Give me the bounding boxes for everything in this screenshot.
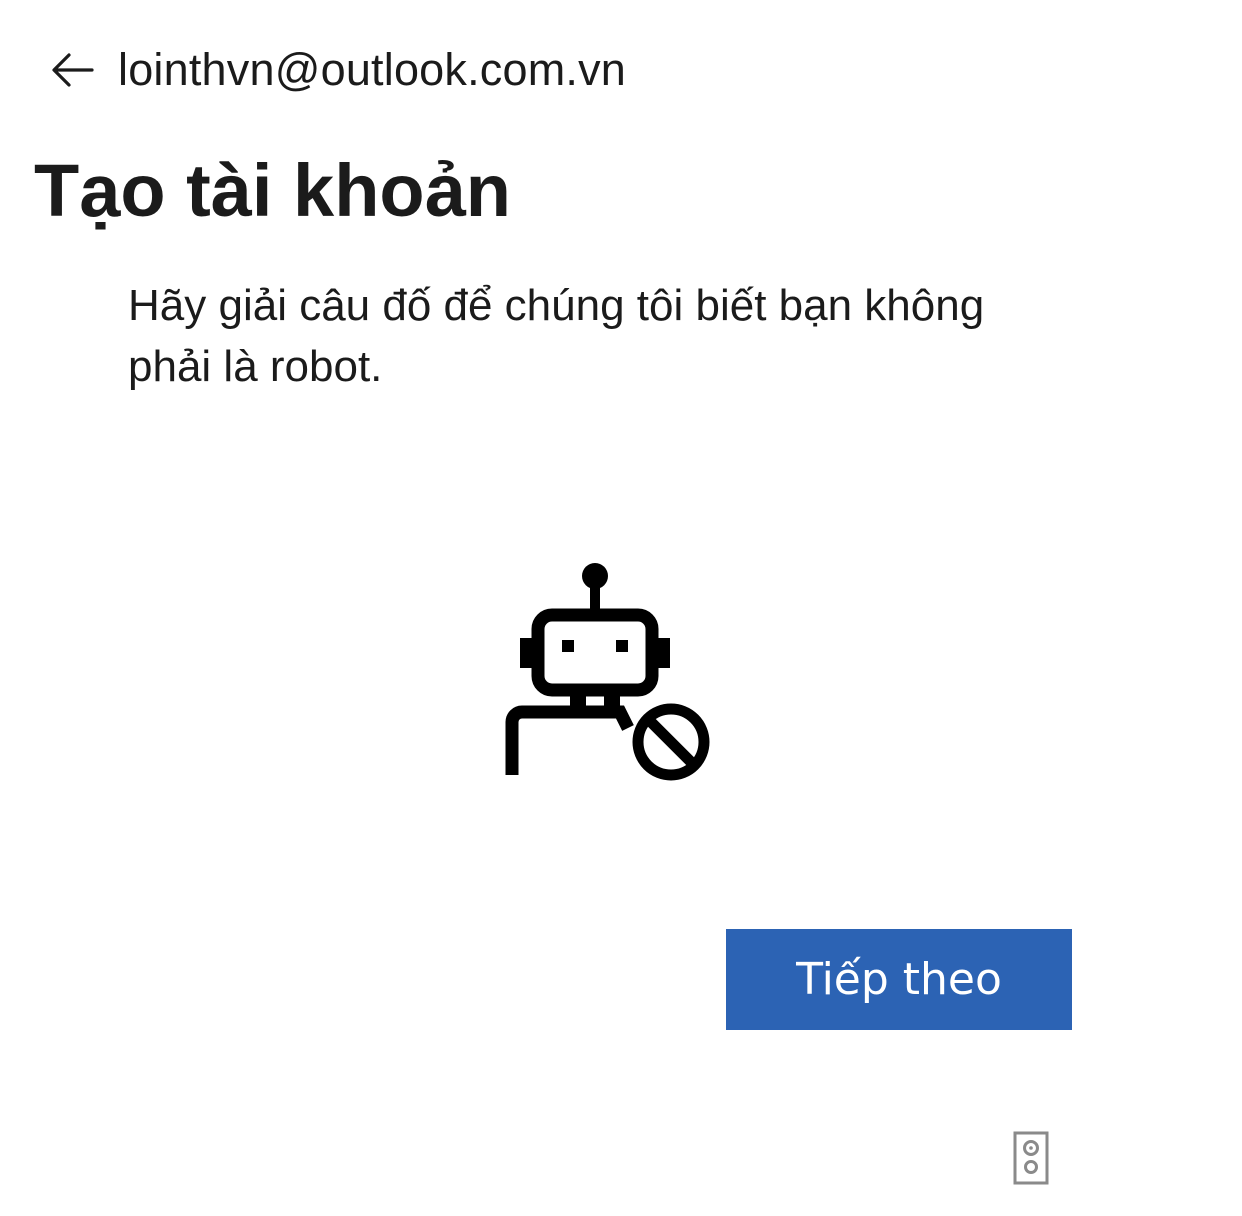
robot-blocked-icon [505,563,710,781]
speaker-icon [1013,1131,1049,1185]
back-button[interactable] [50,45,100,95]
next-button[interactable]: Tiếp theo [726,929,1072,1030]
instruction-text: Hãy giải câu đố để chúng tôi biết bạn kh… [128,281,985,391]
page-title: Tạo tài khoản [34,149,511,232]
account-email: lointhvn@outlook.com.vn [118,44,627,95]
audio-challenge-button[interactable] [1013,1131,1049,1185]
arrow-left-icon [52,53,94,87]
header: lointhvn@outlook.com.vn [50,40,626,100]
